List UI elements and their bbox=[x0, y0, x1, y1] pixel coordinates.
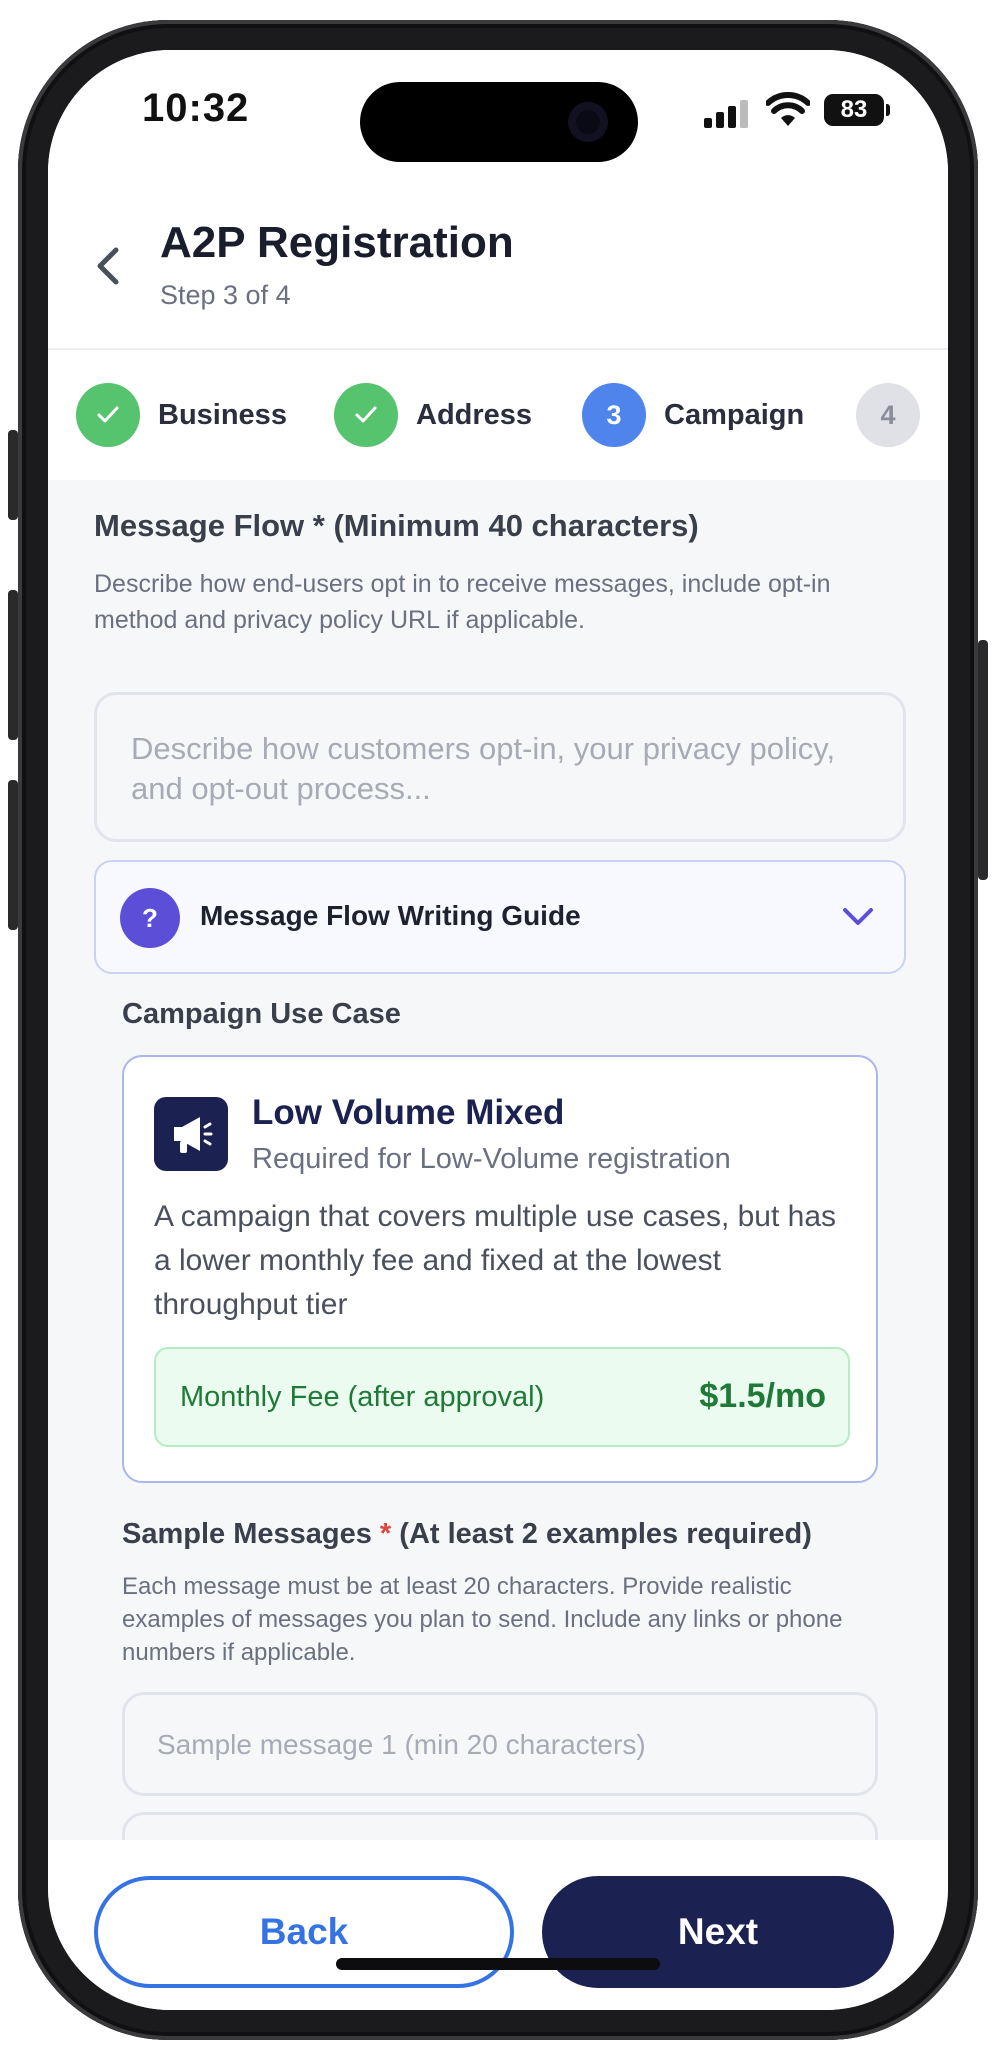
back-button[interactable]: Back bbox=[94, 1876, 514, 1988]
sample-messages-suffix: (At least 2 examples required) bbox=[399, 1518, 812, 1550]
status-bar: 10:32 83 bbox=[48, 50, 948, 200]
status-time: 10:32 bbox=[142, 86, 250, 130]
page-title: A2P Registration bbox=[160, 218, 514, 267]
wifi-icon bbox=[766, 92, 810, 126]
step-campaign: 3 Campaign bbox=[582, 383, 804, 447]
step-label: Business bbox=[158, 398, 287, 431]
use-case-subtitle: Required for Low-Volume registration bbox=[252, 1143, 731, 1175]
back-chevron-icon[interactable] bbox=[88, 236, 128, 296]
action-button bbox=[8, 430, 18, 520]
sample-message-1-input[interactable]: Sample message 1 (min 20 characters) bbox=[122, 1692, 878, 1796]
sample-messages-title: Sample Messages bbox=[122, 1518, 372, 1550]
step-number: 3 bbox=[582, 383, 646, 447]
step-label: Campaign bbox=[664, 398, 805, 431]
message-flow-input[interactable]: Describe how customers opt-in, your priv… bbox=[94, 692, 906, 842]
front-camera bbox=[568, 102, 608, 142]
guide-label: Message Flow Writing Guide bbox=[200, 900, 581, 931]
use-case-card[interactable]: Low Volume Mixed Required for Low-Volume… bbox=[122, 1055, 878, 1483]
use-case-title: Low Volume Mixed bbox=[252, 1093, 565, 1132]
power-button bbox=[978, 640, 988, 880]
fee-value: $1.5/mo bbox=[699, 1377, 826, 1415]
sample-messages-help: Each message must be at least 20 charact… bbox=[122, 1573, 843, 1666]
step-label: Address bbox=[416, 398, 533, 431]
volume-down-button bbox=[8, 780, 18, 930]
message-flow-help: Describe how end-users opt in to receive… bbox=[94, 570, 831, 634]
footer-actions: Back Next bbox=[48, 1840, 948, 2010]
use-case-description: A campaign that covers multiple use case… bbox=[154, 1200, 837, 1321]
question-icon: ? bbox=[120, 888, 180, 948]
message-flow-guide-toggle[interactable]: ? Message Flow Writing Guide bbox=[94, 860, 906, 974]
step-address: Address bbox=[334, 383, 532, 447]
check-icon bbox=[334, 383, 398, 447]
check-icon bbox=[76, 383, 140, 447]
battery-icon: 83 bbox=[824, 94, 884, 126]
sample-messages-label: Sample Messages * (At least 2 examples r… bbox=[122, 1518, 812, 1551]
chevron-down-icon bbox=[843, 908, 873, 925]
home-indicator[interactable] bbox=[336, 1958, 660, 1970]
message-flow-label: Message Flow * (Minimum 40 characters) bbox=[94, 508, 699, 543]
fee-label: Monthly Fee (after approval) bbox=[180, 1381, 545, 1413]
progress-stepper: Business Address 3 Campaign 4 bbox=[48, 350, 948, 480]
monthly-fee-box: Monthly Fee (after approval) $1.5/mo bbox=[154, 1347, 850, 1447]
required-mark: * bbox=[379, 1518, 392, 1550]
campaign-use-case-label: Campaign Use Case bbox=[122, 998, 401, 1030]
volume-up-button bbox=[8, 590, 18, 740]
dynamic-island bbox=[360, 82, 638, 162]
cellular-signal-icon bbox=[704, 100, 750, 128]
page-header: A2P Registration Step 3 of 4 bbox=[48, 200, 948, 350]
step-number: 4 bbox=[856, 383, 920, 447]
battery-nub bbox=[886, 104, 890, 116]
megaphone-icon bbox=[154, 1097, 228, 1171]
app-screen: 10:32 83 A2P Registration Step 3 of 4 Bu… bbox=[48, 50, 948, 2010]
step-business: Business bbox=[76, 383, 287, 447]
form-content[interactable]: Message Flow * (Minimum 40 characters) D… bbox=[48, 480, 948, 1892]
step-4: 4 bbox=[856, 383, 920, 447]
page-subtitle: Step 3 of 4 bbox=[160, 280, 291, 310]
next-button[interactable]: Next bbox=[542, 1876, 894, 1988]
